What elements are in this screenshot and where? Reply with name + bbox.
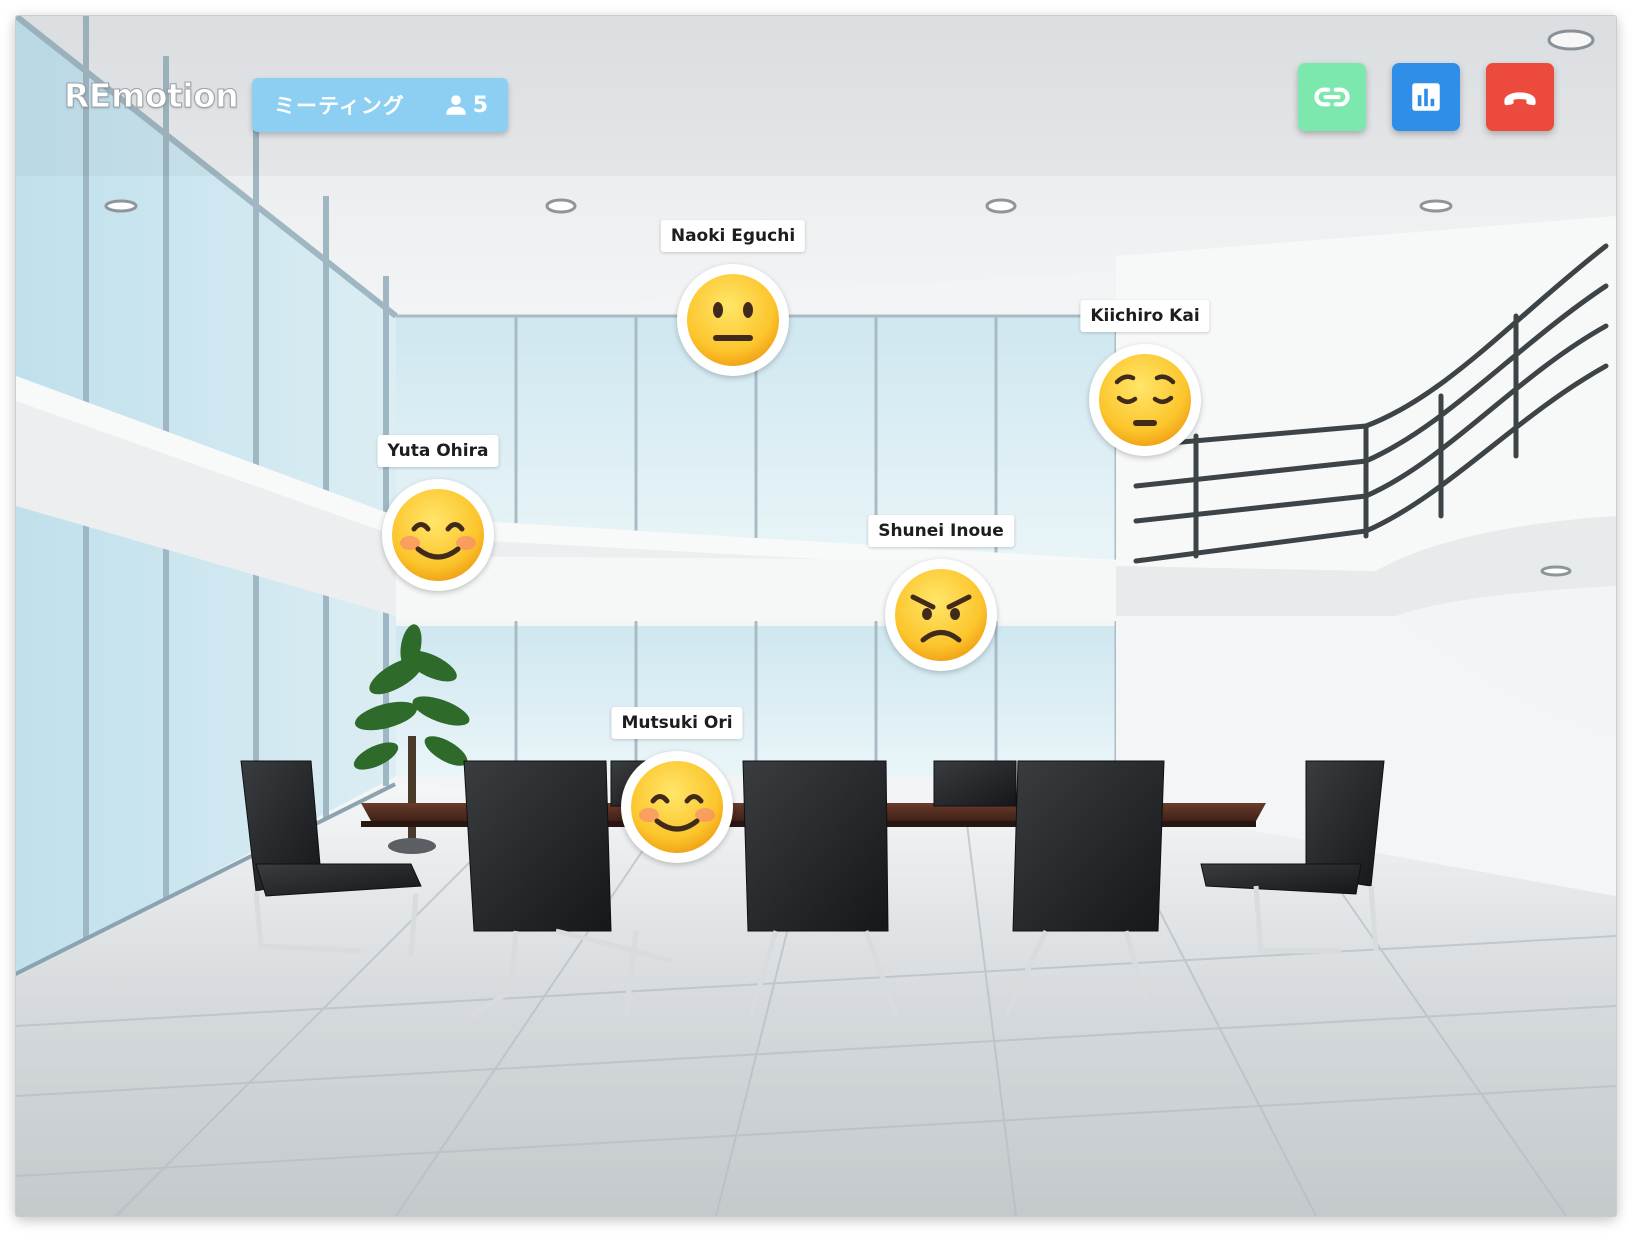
bar-chart-icon [1412, 83, 1440, 111]
smiling-face-emoji-icon [631, 761, 723, 853]
link-icon [1314, 87, 1350, 107]
participant-avatar[interactable] [1089, 344, 1201, 456]
participant-name: Kiichiro Kai [1080, 300, 1210, 332]
leave-call-button[interactable] [1486, 63, 1554, 131]
room-badge[interactable]: ミーティング 5 [252, 78, 508, 132]
angry-face-emoji-icon [895, 569, 987, 661]
participant-shunei-inoue[interactable]: Shunei Inoue [841, 515, 1041, 705]
participant-avatar[interactable] [621, 751, 733, 863]
copy-link-button[interactable] [1298, 63, 1366, 131]
participant-name: Shunei Inoue [868, 515, 1014, 547]
participant-avatar[interactable] [382, 479, 494, 591]
smiling-face-emoji-icon [392, 489, 484, 581]
participant-name: Yuta Ohira [377, 435, 499, 467]
participant-mutsuki-ori[interactable]: Mutsuki Ori [577, 707, 777, 897]
participant-count: 5 [443, 92, 488, 118]
participant-naoki-eguchi[interactable]: Naoki Eguchi [633, 220, 833, 410]
participant-kiichiro-kai[interactable]: Kiichiro Kai [1045, 300, 1245, 490]
phone-hangup-icon [1504, 92, 1536, 106]
participant-avatar[interactable] [677, 264, 789, 376]
neutral-face-emoji-icon [687, 274, 779, 366]
participant-name: Mutsuki Ori [611, 707, 743, 739]
person-icon [445, 95, 466, 115]
pensive-face-emoji-icon [1099, 354, 1191, 446]
participant-count-value: 5 [472, 92, 488, 118]
meeting-room-background [16, 16, 1616, 1216]
participant-yuta-ohira[interactable]: Yuta Ohira [338, 435, 538, 625]
app-window: REmotion ミーティング 5 Naoki Eguchi Kiichiro … [16, 16, 1616, 1216]
room-name: ミーティング [274, 94, 405, 118]
participant-name: Naoki Eguchi [660, 220, 806, 252]
participant-avatar[interactable] [885, 559, 997, 671]
stats-button[interactable] [1392, 63, 1460, 131]
app-logo: REmotion [63, 76, 239, 116]
